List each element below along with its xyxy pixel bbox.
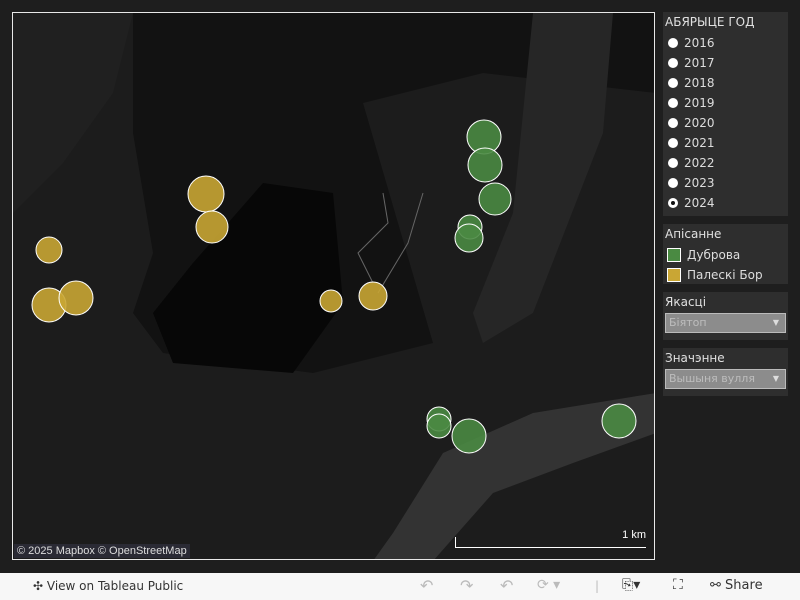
share-button[interactable]: ⚯ Share [710,578,763,593]
year-option-2021[interactable]: 2021 [663,133,788,153]
legend: Апісанне Дуброва Палескі Бор [663,224,788,284]
undo-icon[interactable]: ↶ [420,576,433,595]
legend-label: Дуброва [687,248,741,262]
map-basemap [13,13,654,559]
refresh-icon[interactable]: ⟳ ▾ [537,577,560,593]
year-filter-title: АБЯРЫЦЕ ГОД [665,15,755,29]
map-marker-dubrova[interactable] [601,403,637,439]
year-option-2017[interactable]: 2017 [663,53,788,73]
map-marker-dubrova[interactable] [478,182,512,216]
year-option-2023[interactable]: 2023 [663,173,788,193]
map-marker-dubrova[interactable] [451,418,487,454]
download-icon[interactable]: ⎘▾ [622,577,640,593]
radio-icon [668,198,678,208]
radio-icon [668,138,678,148]
toolbar-divider: | [595,579,600,593]
view-on-tableau-button[interactable]: ✣ View on Tableau Public [33,579,183,593]
map-marker-dubrova[interactable] [426,413,452,439]
year-label: 2018 [684,76,715,90]
radio-icon [668,158,678,168]
map-marker-paleski-bor[interactable] [187,175,225,213]
map-attribution[interactable]: © 2025 Mapbox © OpenStreetMap [14,544,190,558]
year-option-2019[interactable]: 2019 [663,93,788,113]
quality-title: Якасці [665,295,707,309]
view-label: View on Tableau Public [46,579,184,593]
meaning-value: Вышыня вулля [669,372,755,385]
redo-icon[interactable]: ↷ [460,576,473,595]
radio-icon [668,78,678,88]
radio-icon [668,118,678,128]
share-icon: ⚯ [710,578,721,593]
year-option-2018[interactable]: 2018 [663,73,788,93]
map[interactable]: © 2025 Mapbox © OpenStreetMap 1 km [12,12,655,560]
year-option-2016[interactable]: 2016 [663,33,788,53]
map-marker-dubrova[interactable] [467,147,503,183]
year-label: 2024 [684,196,715,210]
tableau-logo-icon: ✣ [33,579,44,593]
scale-label: 1 km [622,529,646,541]
map-marker-paleski-bor[interactable] [58,280,94,316]
year-label: 2020 [684,116,715,130]
legend-item-paleski-bor[interactable]: Палескі Бор [663,265,788,285]
tableau-toolbar: ✣ View on Tableau Public ↶ ↷ ↶ ⟳ ▾ | ⎘▾ … [0,573,800,600]
share-label: Share [725,578,763,593]
quality-value: Біятоп [669,316,707,329]
chevron-down-icon: ▼ [772,318,779,327]
chevron-down-icon: ▼ [772,374,779,383]
legend-swatch [667,248,681,262]
quality-filter: Якасці Біятоп ▼ [663,292,788,340]
scale-bar: 1 km [455,529,646,548]
meaning-dropdown[interactable]: Вышыня вулля ▼ [665,369,786,389]
legend-item-dubrova[interactable]: Дуброва [663,245,788,265]
map-marker-paleski-bor[interactable] [35,236,63,264]
year-label: 2019 [684,96,715,110]
fullscreen-icon[interactable]: ⛶ [673,577,683,593]
year-filter: АБЯРЫЦЕ ГОД 2016 2017 2018 2019 2020 2021 2022… [663,12,788,216]
year-option-2024[interactable]: 2024 [663,193,788,213]
meaning-filter: Значэнне Вышыня вулля ▼ [663,348,788,396]
year-label: 2016 [684,36,715,50]
map-marker-paleski-bor[interactable] [358,281,388,311]
map-marker-paleski-bor[interactable] [195,210,229,244]
legend-title: Апісанне [665,227,722,241]
radio-icon [668,38,678,48]
year-option-2022[interactable]: 2022 [663,153,788,173]
year-label: 2023 [684,176,715,190]
radio-icon [668,98,678,108]
year-option-2020[interactable]: 2020 [663,113,788,133]
year-label: 2017 [684,56,715,70]
year-label: 2021 [684,136,715,150]
meaning-title: Значэнне [665,351,725,365]
year-label: 2022 [684,156,715,170]
quality-dropdown[interactable]: Біятоп ▼ [665,313,786,333]
revert-icon[interactable]: ↶ [500,576,513,595]
radio-icon [668,178,678,188]
legend-swatch [667,268,681,282]
map-marker-paleski-bor[interactable] [319,289,343,313]
legend-label: Палескі Бор [687,268,763,282]
map-marker-dubrova[interactable] [454,223,484,253]
radio-icon [668,58,678,68]
